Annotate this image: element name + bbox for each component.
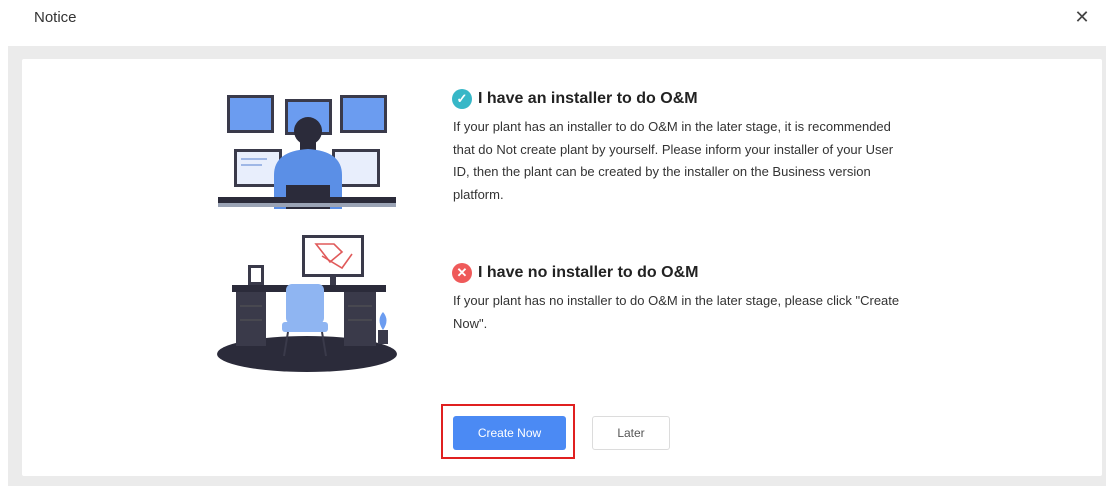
description-line: ID, then the plant can be created by the…: [453, 164, 871, 179]
x-circle-icon: ✕: [452, 263, 472, 283]
description-line: If your plant has an installer to do O&M…: [453, 119, 891, 134]
option-no-installer-description: If your plant has no installer to do O&M…: [453, 290, 928, 335]
option-no-installer-title: I have no installer to do O&M: [478, 264, 699, 281]
option-installer-description: If your plant has an installer to do O&M…: [453, 116, 928, 206]
description-line: If your plant has no installer to do O&M…: [453, 293, 900, 308]
dialog-title: Notice: [34, 9, 77, 26]
option-installer-heading: ✓ I have an installer to do O&M: [452, 89, 698, 109]
later-button[interactable]: Later: [592, 416, 670, 450]
description-line: that do Not create plant by yourself. Pl…: [453, 141, 894, 157]
dialog-header: Notice ✕: [0, 0, 1110, 46]
option-installer-title: I have an installer to do O&M: [478, 90, 698, 107]
installer-monitoring-illustration: [218, 95, 396, 209]
option-no-installer-heading: ✕ I have no installer to do O&M: [452, 263, 698, 283]
empty-desk-illustration: [217, 235, 397, 372]
description-line: Now".: [453, 315, 488, 331]
description-line: platform.: [453, 186, 504, 202]
check-circle-icon: ✓: [452, 89, 472, 109]
create-now-button[interactable]: Create Now: [453, 416, 566, 450]
close-icon[interactable]: ✕: [1073, 7, 1091, 27]
